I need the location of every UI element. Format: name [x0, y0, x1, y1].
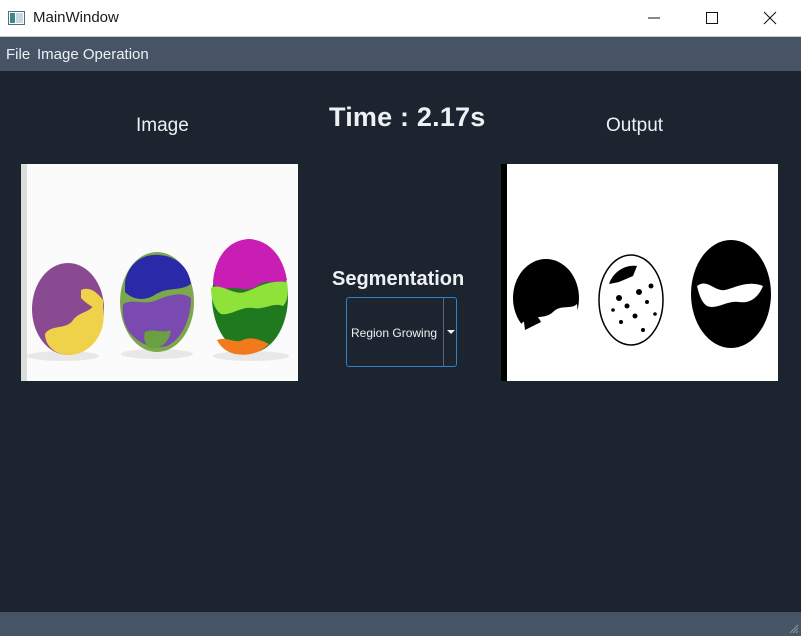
segmentation-selected-value: Region Growing: [351, 326, 438, 340]
segmentation-combobox[interactable]: Region Growing: [346, 297, 457, 367]
title-bar: MainWindow: [0, 0, 801, 37]
resize-grip-icon[interactable]: [787, 622, 799, 634]
input-image: [21, 164, 298, 381]
segmentation-label: Segmentation: [332, 268, 465, 290]
close-button[interactable]: [741, 0, 801, 36]
menu-bar: File Image Operation: [0, 37, 801, 71]
input-image-view: [21, 164, 298, 381]
output-image-view: [501, 164, 778, 381]
maximize-icon: [706, 12, 718, 24]
close-icon: [763, 11, 777, 25]
status-bar: [0, 612, 801, 636]
combobox-divider: [443, 298, 444, 366]
menu-file[interactable]: File: [6, 46, 30, 63]
minimize-button[interactable]: [625, 0, 683, 36]
chevron-down-icon[interactable]: [447, 330, 455, 334]
output-image: [501, 164, 778, 381]
window-title: MainWindow: [33, 9, 119, 26]
time-label: Time : 2.17s: [329, 102, 486, 132]
image-heading: Image: [136, 115, 189, 136]
output-heading: Output: [606, 115, 664, 136]
menu-image-operation[interactable]: Image Operation: [37, 46, 149, 63]
minimize-icon: [648, 17, 660, 19]
maximize-button[interactable]: [683, 0, 741, 36]
window-app-icon: [8, 11, 25, 25]
